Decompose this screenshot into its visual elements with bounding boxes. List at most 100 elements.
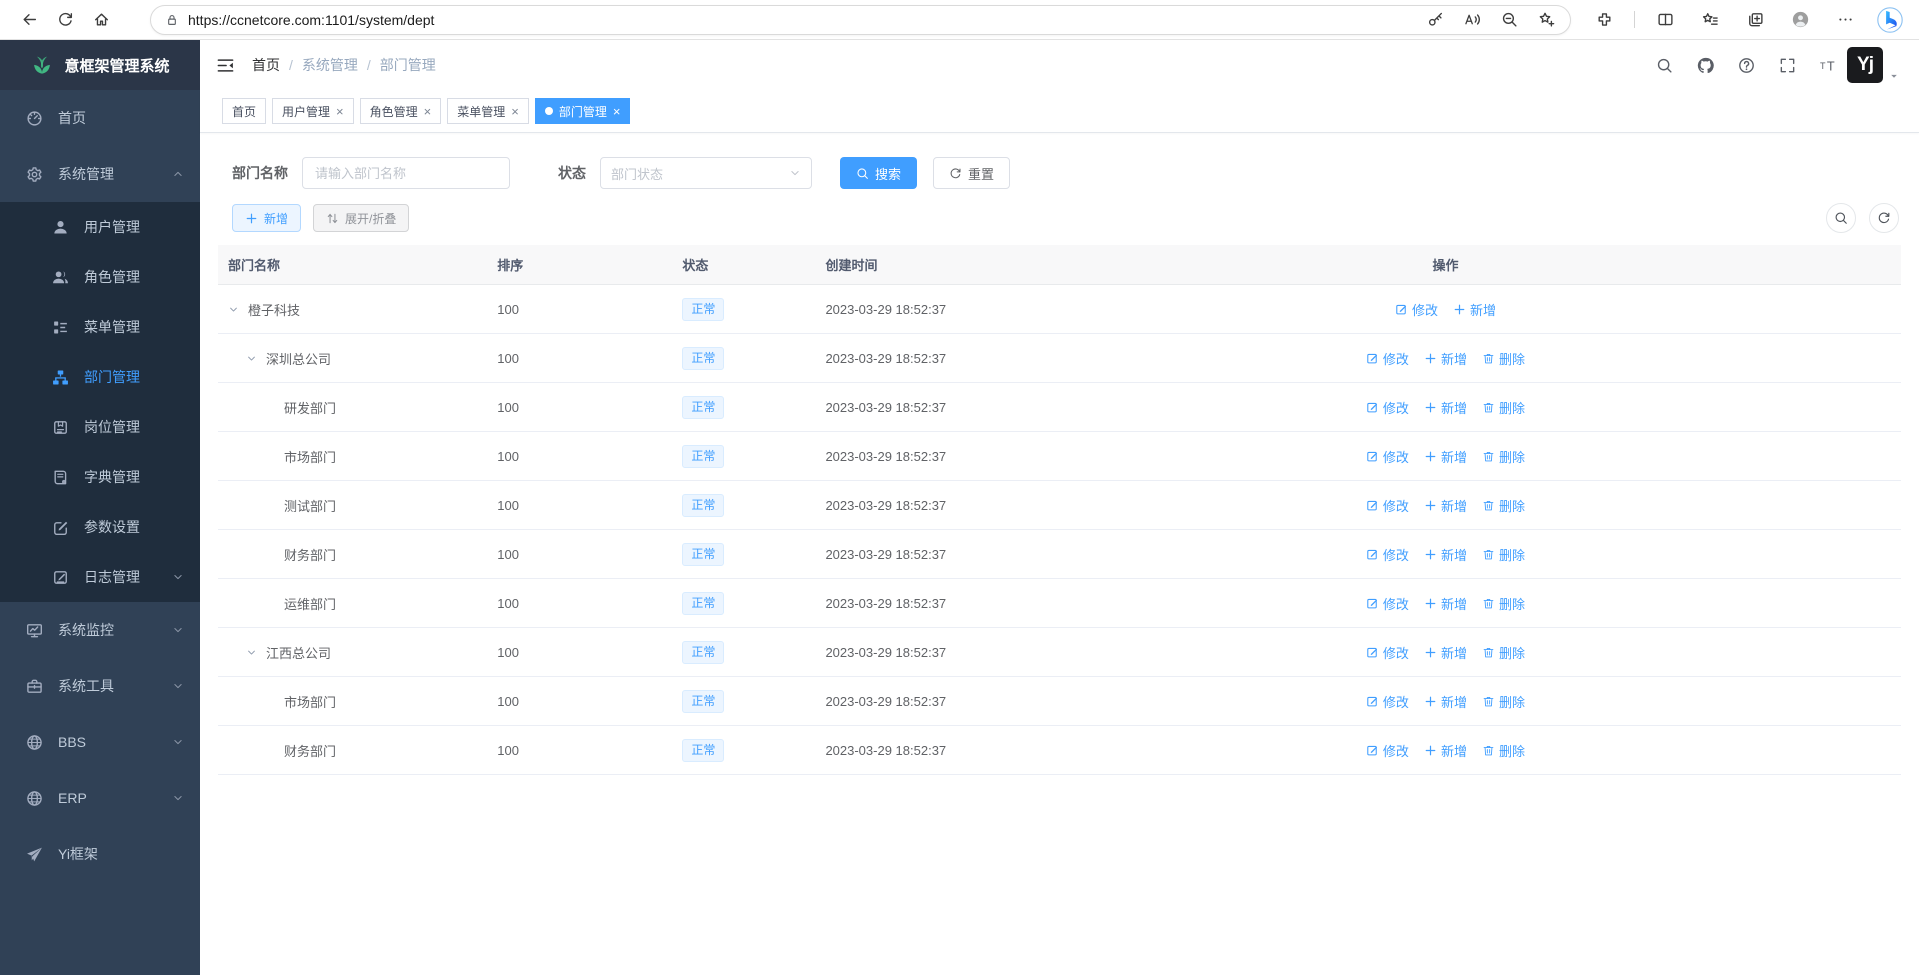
collapse-sidebar-icon[interactable] xyxy=(216,56,235,75)
sidebar-item-role[interactable]: 角色管理 xyxy=(0,252,200,302)
modify-link[interactable]: 修改 xyxy=(1366,349,1409,368)
collections-icon[interactable] xyxy=(1740,5,1770,35)
search-icon[interactable] xyxy=(1653,54,1675,76)
delete-link[interactable]: 删除 xyxy=(1482,398,1525,417)
tab-首页[interactable]: 首页 xyxy=(222,98,266,124)
tab-部门管理[interactable]: 部门管理× xyxy=(535,98,631,124)
modify-link[interactable]: 修改 xyxy=(1366,496,1409,515)
sidebar-item-user[interactable]: 用户管理 xyxy=(0,202,200,252)
expand-row-icon[interactable] xyxy=(246,647,266,658)
dept-name: 财务部门 xyxy=(284,741,336,760)
avatar[interactable]: Yj xyxy=(1847,47,1883,83)
expand-row-icon[interactable] xyxy=(246,353,266,364)
refresh-table-button[interactable] xyxy=(1869,203,1899,233)
delete-link[interactable]: 删除 xyxy=(1482,496,1525,515)
sort-cell: 100 xyxy=(487,596,672,611)
delete-link[interactable]: 删除 xyxy=(1482,545,1525,564)
modify-link[interactable]: 修改 xyxy=(1366,594,1409,613)
add-link[interactable]: 新增 xyxy=(1424,447,1467,466)
add-link[interactable]: 新增 xyxy=(1453,300,1496,319)
url-text[interactable]: https://ccnetcore.com:1101/system/dept xyxy=(188,12,1425,28)
dept-name-input[interactable] xyxy=(302,157,510,189)
delete-link[interactable]: 删除 xyxy=(1482,643,1525,662)
edit-square-icon xyxy=(52,518,70,536)
add-link[interactable]: 新增 xyxy=(1424,545,1467,564)
help-icon[interactable] xyxy=(1735,54,1757,76)
sidebar-item-label: Yi框架 xyxy=(58,844,184,864)
close-tab-icon[interactable]: × xyxy=(511,105,519,118)
add-link[interactable]: 新增 xyxy=(1424,496,1467,515)
profile-icon[interactable] xyxy=(1785,5,1815,35)
delete-link[interactable]: 删除 xyxy=(1482,594,1525,613)
sidebar-item-post[interactable]: 岗位管理 xyxy=(0,402,200,452)
status-select-placeholder: 部门状态 xyxy=(611,164,663,183)
modify-link[interactable]: 修改 xyxy=(1395,300,1438,319)
tab-角色管理[interactable]: 角色管理× xyxy=(360,98,442,124)
refresh-icon[interactable] xyxy=(50,5,80,35)
modify-link[interactable]: 修改 xyxy=(1366,398,1409,417)
add-link[interactable]: 新增 xyxy=(1424,643,1467,662)
delete-link[interactable]: 删除 xyxy=(1482,447,1525,466)
delete-link-label: 删除 xyxy=(1499,545,1525,564)
zoom-out-icon[interactable] xyxy=(1499,10,1519,30)
dictionary-icon xyxy=(52,468,70,486)
more-icon[interactable] xyxy=(1830,5,1860,35)
sidebar-item-dept[interactable]: 部门管理 xyxy=(0,352,200,402)
expand-collapse-button[interactable]: 展开/折叠 xyxy=(313,204,409,232)
sidebar-item-home[interactable]: 首页 xyxy=(0,90,200,146)
delete-link[interactable]: 删除 xyxy=(1482,741,1525,760)
sidebar-item-monitor[interactable]: 系统监控 xyxy=(0,602,200,658)
split-screen-icon[interactable] xyxy=(1650,5,1680,35)
delete-link[interactable]: 删除 xyxy=(1482,349,1525,368)
font-size-icon[interactable]: TT xyxy=(1817,54,1839,76)
modify-link[interactable]: 修改 xyxy=(1366,692,1409,711)
fullscreen-icon[interactable] xyxy=(1776,54,1798,76)
user-avatar-menu[interactable]: Yj xyxy=(1847,47,1899,83)
sidebar-item-tools[interactable]: 系统工具 xyxy=(0,658,200,714)
sidebar-item-erp[interactable]: ERP xyxy=(0,770,200,826)
breadcrumb-system[interactable]: 系统管理 xyxy=(302,55,358,75)
bing-icon[interactable] xyxy=(1875,5,1905,35)
favorites-bar-icon[interactable] xyxy=(1695,5,1725,35)
home-icon[interactable] xyxy=(86,5,116,35)
reset-button[interactable]: 重置 xyxy=(933,157,1010,189)
address-bar[interactable]: https://ccnetcore.com:1101/system/dept xyxy=(150,5,1571,35)
add-link[interactable]: 新增 xyxy=(1424,692,1467,711)
close-tab-icon[interactable]: × xyxy=(613,105,621,118)
sidebar-item-dict[interactable]: 字典管理 xyxy=(0,452,200,502)
sort-cell: 100 xyxy=(487,449,672,464)
sidebar-item-log[interactable]: 日志管理 xyxy=(0,552,200,602)
sidebar-item-system[interactable]: 系统管理 xyxy=(0,146,200,202)
modify-link[interactable]: 修改 xyxy=(1366,741,1409,760)
tab-用户管理[interactable]: 用户管理× xyxy=(272,98,354,124)
modify-link[interactable]: 修改 xyxy=(1366,643,1409,662)
back-icon[interactable] xyxy=(14,5,44,35)
search-button[interactable]: 搜索 xyxy=(840,157,917,189)
org-tree-icon xyxy=(52,368,70,386)
add-link[interactable]: 新增 xyxy=(1424,398,1467,417)
extensions-icon[interactable] xyxy=(1589,5,1619,35)
expand-row-icon[interactable] xyxy=(228,304,248,315)
favorite-add-icon[interactable] xyxy=(1536,10,1556,30)
modify-link[interactable]: 修改 xyxy=(1366,447,1409,466)
sidebar-item-param[interactable]: 参数设置 xyxy=(0,502,200,552)
github-icon[interactable] xyxy=(1694,54,1716,76)
breadcrumb-home[interactable]: 首页 xyxy=(252,55,280,75)
status-select[interactable]: 部门状态 xyxy=(600,157,812,189)
read-aloud-icon[interactable] xyxy=(1462,10,1482,30)
sidebar-item-yi[interactable]: Yi框架 xyxy=(0,826,200,882)
close-tab-icon[interactable]: × xyxy=(336,105,344,118)
modify-link[interactable]: 修改 xyxy=(1366,545,1409,564)
add-link[interactable]: 新增 xyxy=(1424,594,1467,613)
add-button[interactable]: 新增 xyxy=(232,204,301,232)
add-link[interactable]: 新增 xyxy=(1424,741,1467,760)
sidebar-item-bbs[interactable]: BBS xyxy=(0,714,200,770)
show-search-button[interactable] xyxy=(1826,203,1856,233)
sidebar-item-menu[interactable]: 菜单管理 xyxy=(0,302,200,352)
close-tab-icon[interactable]: × xyxy=(424,105,432,118)
tab-菜单管理[interactable]: 菜单管理× xyxy=(447,98,529,124)
add-link[interactable]: 新增 xyxy=(1424,349,1467,368)
key-icon[interactable] xyxy=(1425,10,1445,30)
trash-icon xyxy=(1482,401,1495,414)
delete-link[interactable]: 删除 xyxy=(1482,692,1525,711)
